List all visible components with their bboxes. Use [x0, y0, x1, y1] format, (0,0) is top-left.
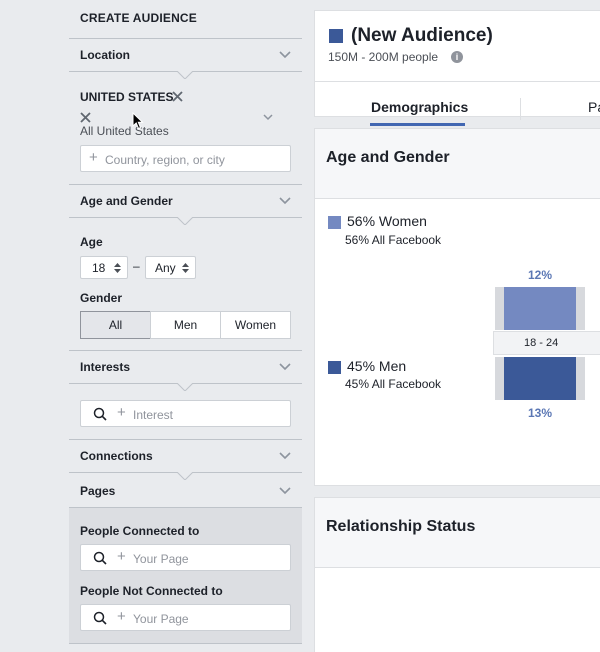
connections-section-header[interactable]: Connections: [69, 439, 302, 473]
men-bar[interactable]: [504, 357, 576, 400]
chevron-down-icon: [279, 197, 291, 205]
location-country: UNITED STATES: [80, 90, 174, 104]
location-section-body: UNITED STATES All United States + Countr…: [69, 73, 302, 183]
age-label: Age: [80, 235, 103, 249]
remove-scope-icon[interactable]: [80, 112, 91, 123]
age-min-select[interactable]: 18: [80, 256, 128, 279]
age-gender-header-label: Age and Gender: [80, 194, 173, 208]
age-gender-card-title: Age and Gender: [326, 149, 450, 166]
women-bar[interactable]: [504, 287, 576, 330]
pages-section-body: People Connected to + Your Page People N…: [69, 507, 302, 644]
audience-size: 150M - 200M people: [328, 50, 439, 64]
age-max-value: Any: [155, 261, 176, 275]
remove-country-icon[interactable]: [172, 91, 183, 102]
location-scope: All United States: [80, 124, 169, 138]
location-header-label: Location: [80, 48, 130, 62]
interest-search-input[interactable]: + Interest: [80, 400, 291, 427]
plus-icon: +: [89, 149, 98, 166]
info-icon[interactable]: i: [451, 51, 463, 63]
age-band-text: 18 - 24: [524, 337, 559, 349]
stepper-icon: [114, 263, 121, 273]
tab-divider: [520, 98, 521, 120]
chevron-down-icon: [279, 487, 291, 495]
search-icon: [93, 551, 107, 565]
gender-label: Gender: [80, 291, 123, 305]
section-notch: [177, 217, 193, 225]
pages-section-header[interactable]: Pages: [69, 474, 302, 508]
chevron-down-icon: [279, 363, 291, 371]
sidebar-title: CREATE AUDIENCE: [80, 11, 198, 25]
age-gender-card: Age and Gender 56% Women 56% All Faceboo…: [314, 128, 600, 486]
men-all-facebook: 45% All Facebook: [345, 377, 442, 391]
age-gender-card-header: Age and Gender: [315, 129, 600, 199]
men-age-pct: 13%: [528, 406, 553, 420]
active-tab-indicator: [370, 123, 465, 126]
women-age-pct: 12%: [528, 268, 553, 282]
stepper-icon: [182, 263, 189, 273]
age-range-separator: –: [133, 259, 140, 273]
location-section-header[interactable]: Location: [69, 38, 302, 72]
age-max-select[interactable]: Any: [145, 256, 196, 279]
scope-chevron-down-icon[interactable]: [262, 111, 274, 123]
connections-header-label: Connections: [80, 449, 153, 463]
pages-header-label: Pages: [80, 484, 116, 498]
audience-header-card: (New Audience) 150M - 200M people i Demo…: [314, 10, 600, 126]
women-all-facebook: 56% All Facebook: [345, 233, 442, 247]
location-placeholder: Country, region, or city: [105, 153, 225, 167]
gender-men-button[interactable]: Men: [150, 311, 221, 339]
plus-icon: +: [117, 608, 126, 625]
plus-icon: +: [117, 404, 126, 421]
audience-name[interactable]: (New Audience): [351, 25, 493, 47]
relationship-card-header: Relationship Status: [315, 498, 600, 568]
connected-page-placeholder: Your Page: [133, 552, 189, 566]
women-legend-label: 56% Women: [347, 213, 427, 229]
audience-sidebar: CREATE AUDIENCE Location UNITED STATES A…: [69, 0, 302, 652]
not-connected-page-placeholder: Your Page: [133, 612, 189, 626]
gender-women-button[interactable]: Women: [220, 311, 291, 339]
chevron-down-icon: [279, 452, 291, 460]
search-icon: [93, 407, 107, 421]
tab-page-likes[interactable]: Pa: [588, 99, 600, 115]
women-legend-swatch: [328, 216, 341, 229]
men-legend-label: 45% Men: [347, 358, 407, 374]
interests-header-label: Interests: [80, 360, 131, 374]
people-not-connected-label: People Not Connected to: [80, 584, 223, 598]
location-search-input[interactable]: + Country, region, or city: [80, 145, 291, 172]
chevron-down-icon: [279, 51, 291, 59]
plus-icon: +: [117, 548, 126, 565]
men-legend-swatch: [328, 361, 341, 374]
relationship-card-title: Relationship Status: [326, 518, 476, 535]
age-gender-section-header[interactable]: Age and Gender: [69, 184, 302, 218]
relationship-status-card: Relationship Status: [314, 497, 600, 652]
audience-tabs: Demographics Pa: [315, 81, 600, 126]
connected-page-input[interactable]: + Your Page: [80, 544, 291, 571]
section-notch: [177, 383, 193, 391]
audience-color-swatch: [329, 29, 343, 43]
interests-section-header[interactable]: Interests: [69, 350, 302, 384]
mouse-cursor-icon: [132, 112, 144, 130]
search-icon: [93, 611, 107, 625]
not-connected-page-input[interactable]: + Your Page: [80, 604, 291, 631]
gender-all-button[interactable]: All: [80, 311, 151, 339]
interest-placeholder: Interest: [133, 408, 174, 422]
age-min-value: 18: [92, 261, 106, 275]
people-connected-label: People Connected to: [80, 524, 200, 538]
age-band-label: 18 - 24: [493, 331, 600, 355]
tab-demographics[interactable]: Demographics: [371, 99, 468, 115]
